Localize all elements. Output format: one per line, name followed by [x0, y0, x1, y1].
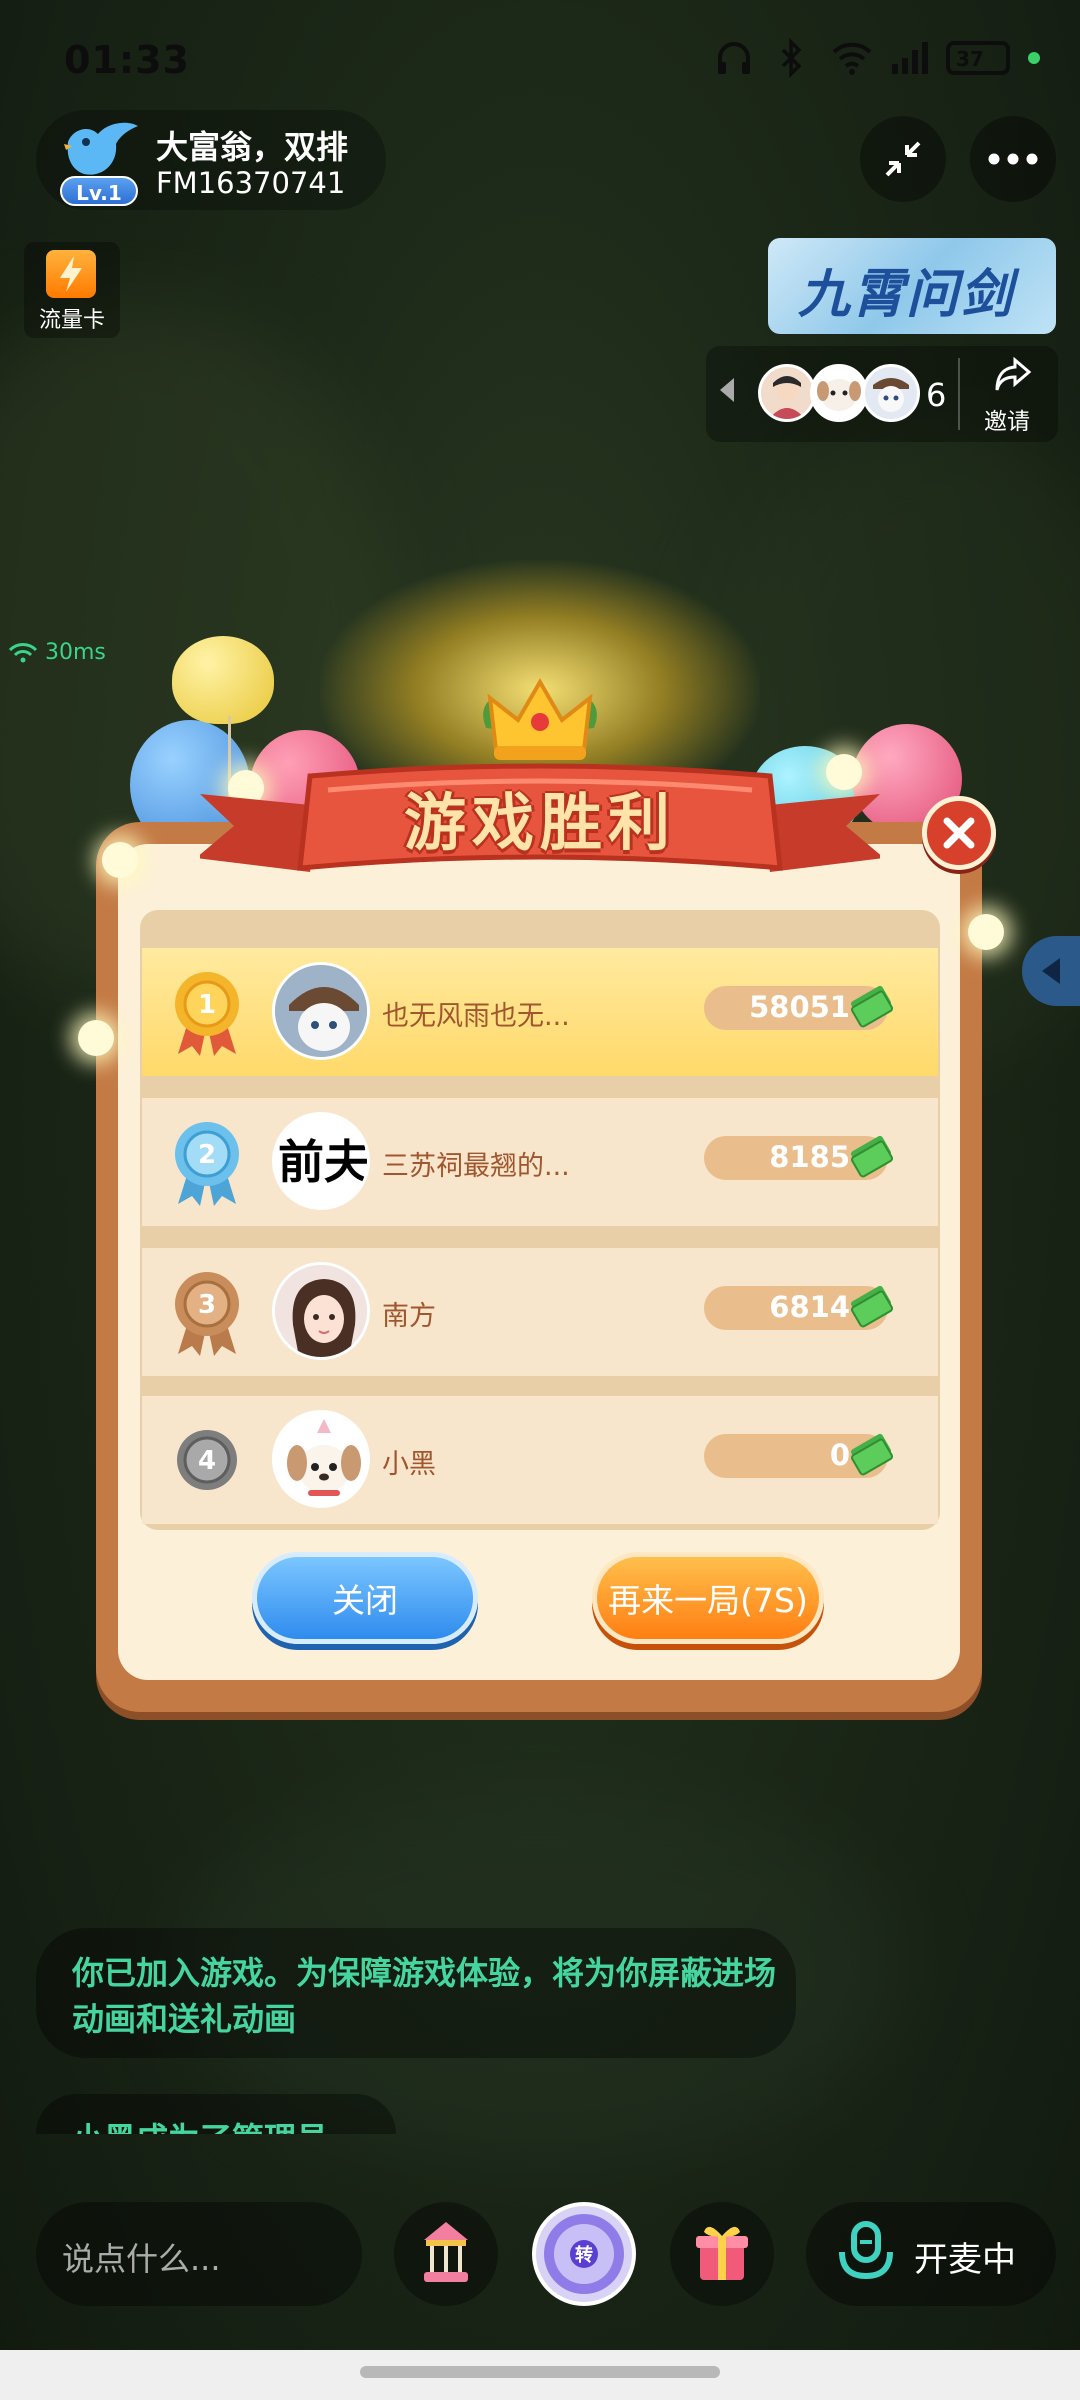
rank-number: 4	[198, 1446, 216, 1476]
player-avatar[interactable]	[272, 962, 370, 1060]
wheel-label: 转	[575, 2244, 593, 2266]
player-name: 小黑	[382, 1449, 436, 1480]
expand-arrow-icon[interactable]	[720, 378, 734, 402]
player-avatar[interactable]	[272, 1410, 370, 1508]
flow-card-label: 流量卡	[38, 308, 105, 333]
home-indicator[interactable]	[360, 2366, 720, 2378]
status-icons: 37	[714, 37, 1040, 79]
invite-label[interactable]: 邀请	[984, 402, 1030, 436]
string-light	[102, 842, 138, 878]
chat-input-placeholder: 说点什么...	[62, 2240, 221, 2278]
chat-input[interactable]: 说点什么...	[36, 2202, 362, 2306]
cash-icon	[850, 1130, 894, 1180]
bronze-medal-icon: 3	[170, 1266, 244, 1358]
player-name: 三苏祠最翘的...	[382, 1151, 570, 1182]
signal-icon	[888, 38, 928, 78]
wifi-icon	[8, 643, 38, 663]
ranking-row: 1 也无风雨也无... 58051	[142, 948, 938, 1076]
latency-value: 30ms	[45, 640, 106, 665]
divider	[958, 358, 960, 430]
more-button[interactable]	[970, 116, 1056, 202]
rank-number: 1	[198, 990, 216, 1020]
ranking-row: 3 南方 6814	[142, 1248, 938, 1376]
system-message: 小黑成为了管理员	[36, 2094, 396, 2134]
gift-button[interactable]	[670, 2202, 774, 2306]
string-light	[78, 1020, 114, 1056]
result-title: 游戏胜利	[403, 786, 676, 859]
lucky-wheel-icon: 转	[544, 2214, 624, 2294]
audience-avatar[interactable]	[758, 364, 816, 422]
play-again-button[interactable]: 再来一局(7S)	[592, 1552, 824, 1644]
cash-icon	[850, 1280, 894, 1330]
close-icon	[943, 817, 975, 849]
player-score: 0	[829, 1438, 850, 1472]
player-name: 南方	[382, 1301, 436, 1332]
status-bar: 01:33 37	[0, 0, 1080, 120]
player-avatar[interactable]: 前夫	[272, 1112, 370, 1210]
player-score: 6814	[769, 1290, 850, 1324]
room-id: FM16370741	[156, 166, 346, 200]
cash-icon	[850, 980, 894, 1030]
more-icon	[988, 153, 1038, 165]
mic-toggle[interactable]: 开麦中	[806, 2202, 1056, 2306]
system-message-text: 你已加入游戏。为保障游戏体验，将为你屏蔽进场动画和送礼动画	[72, 1954, 777, 2038]
rank-number: 3	[198, 1290, 216, 1320]
crown-icon	[472, 668, 608, 764]
player-score: 8185	[769, 1140, 850, 1174]
audience-count: 6	[926, 376, 947, 414]
game-banner[interactable]: 九霄问剑	[768, 238, 1056, 334]
cash-icon	[850, 1428, 894, 1478]
player-name: 也无风雨也无...	[382, 1001, 570, 1032]
audience-bar[interactable]: 6 邀请	[706, 346, 1058, 442]
silver-medal-icon: 2	[170, 1116, 244, 1208]
status-time: 01:33	[64, 38, 190, 82]
battery-level: 37	[956, 47, 984, 71]
headphones-icon	[714, 38, 754, 78]
carousel-button[interactable]	[394, 2202, 498, 2306]
rank-four-icon: 4	[170, 1414, 244, 1506]
ranking-row: 4 小黑 0	[142, 1396, 938, 1524]
battery-icon: 37	[946, 41, 1010, 75]
close-button[interactable]: 关闭	[252, 1552, 478, 1644]
gift-icon	[696, 2226, 748, 2280]
string-light	[968, 914, 1004, 950]
system-message: 你已加入游戏。为保障游戏体验，将为你屏蔽进场动画和送礼动画	[36, 1928, 796, 2058]
bluetooth-icon	[772, 37, 812, 79]
game-banner-title: 九霄问剑	[798, 264, 1015, 325]
rank-number: 2	[198, 1140, 216, 1170]
avatar-text: 前夫	[278, 1135, 370, 1189]
minimize-button[interactable]	[860, 116, 946, 202]
minimize-icon	[885, 141, 921, 177]
network-latency: 30ms	[8, 640, 106, 665]
privacy-indicator-icon	[1028, 52, 1040, 64]
wifi-icon	[830, 38, 872, 78]
mic-status-label: 开麦中	[914, 2240, 1016, 2280]
lightning-icon	[46, 250, 96, 298]
player-avatar[interactable]	[272, 1262, 370, 1360]
ranking-row: 2 前夫 三苏祠最翘的... 8185	[142, 1098, 938, 1226]
dialog-close-button[interactable]	[922, 796, 996, 870]
gold-medal-icon: 1	[170, 966, 244, 1058]
share-icon[interactable]	[988, 356, 1038, 396]
carousel-icon	[424, 2222, 468, 2282]
player-score: 58051	[749, 990, 850, 1024]
audience-avatar[interactable]	[862, 364, 920, 422]
audience-avatar[interactable]	[810, 364, 868, 422]
system-message-text: 小黑成为了管理员	[72, 2114, 328, 2134]
mic-icon	[839, 2221, 893, 2280]
heart-balloon-decoration	[172, 636, 274, 724]
room-title: 大富翁，双排	[156, 128, 349, 166]
flow-card-button[interactable]: 流量卡	[24, 242, 120, 338]
lucky-wheel-button[interactable]: 转	[532, 2202, 636, 2306]
arrow-left-icon	[1042, 958, 1060, 984]
level-badge: Lv.1	[60, 176, 138, 206]
